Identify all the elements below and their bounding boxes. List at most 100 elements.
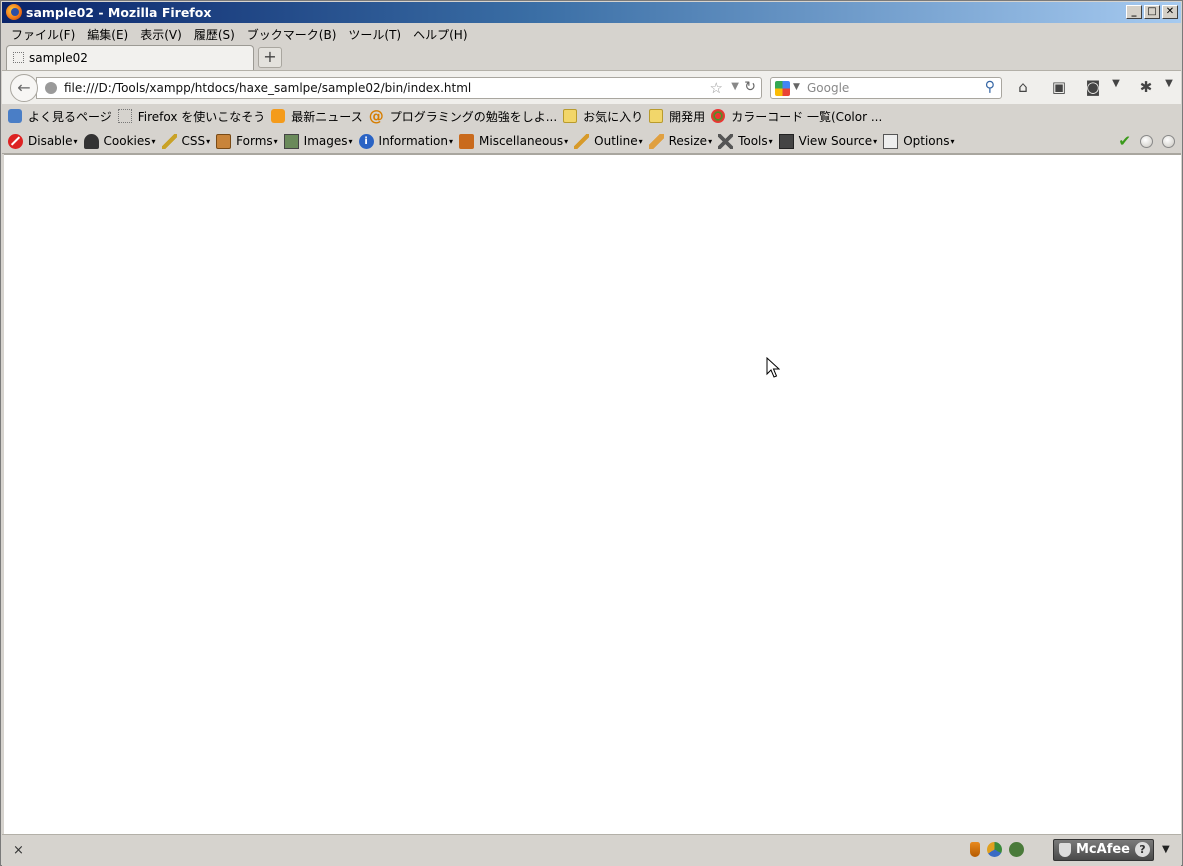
- help-icon[interactable]: ?: [1135, 842, 1150, 857]
- css-validation-icon[interactable]: [1140, 134, 1153, 148]
- menu-tools[interactable]: ツール(T): [342, 23, 407, 43]
- tools-icon: [718, 133, 734, 149]
- menu-help[interactable]: ヘルプ(H): [407, 23, 473, 43]
- bookmark-latest-news[interactable]: 最新ニュース: [271, 104, 363, 128]
- dev-menu-label: CSS: [181, 134, 206, 148]
- google-engine-icon[interactable]: [775, 81, 790, 96]
- chevron-down-icon: ▾: [873, 136, 878, 146]
- dev-menu-css[interactable]: CSS ▾: [161, 129, 211, 153]
- chevron-down-icon: ▾: [151, 136, 156, 146]
- mcafee-button[interactable]: McAfee ?: [1053, 839, 1154, 861]
- close-findbar-icon[interactable]: ×: [13, 843, 24, 858]
- firebug-icon[interactable]: ✱: [1136, 78, 1156, 98]
- view-source-icon: [778, 133, 794, 149]
- outline-icon: [574, 133, 590, 149]
- search-icon[interactable]: ⚲: [985, 79, 995, 95]
- menu-file[interactable]: ファイル(F): [5, 23, 81, 43]
- close-button[interactable]: ✕: [1162, 5, 1178, 19]
- navigation-toolbar: file:///D:/Tools/xampp/htdocs/haxe_samlp…: [2, 70, 1181, 104]
- dev-menu-information[interactable]: i Information ▾: [358, 129, 453, 153]
- menu-bookmarks[interactable]: ブックマーク(B): [241, 23, 343, 43]
- dev-menu-outline[interactable]: Outline ▾: [574, 129, 643, 153]
- bookmark-label: お気に入り: [583, 109, 644, 124]
- reload-icon[interactable]: ↻: [744, 79, 756, 95]
- folder-icon: [649, 109, 664, 123]
- checkmark-icon[interactable]: ✔: [1118, 132, 1131, 150]
- firebug-dropdown-icon[interactable]: ▼: [1159, 78, 1179, 98]
- cookies-icon: [83, 133, 99, 149]
- maximize-button[interactable]: □: [1144, 5, 1160, 19]
- new-tab-button[interactable]: +: [258, 47, 282, 68]
- dev-menu-label: Tools: [738, 134, 768, 148]
- url-text[interactable]: file:///D:/Tools/xampp/htdocs/haxe_samlp…: [64, 81, 471, 95]
- addon-icons: [970, 842, 1024, 857]
- dev-menu-options[interactable]: Options ▾: [883, 129, 955, 153]
- mcafee-label: McAfee: [1076, 842, 1130, 857]
- dev-menu-label: View Source: [798, 134, 873, 148]
- dev-menu-label: Information: [378, 134, 448, 148]
- sync-icon[interactable]: [987, 842, 1002, 857]
- dev-menu-view-source[interactable]: View Source ▾: [778, 129, 878, 153]
- menu-history[interactable]: 履歴(S): [188, 23, 241, 43]
- dev-menu-label: Miscellaneous: [479, 134, 564, 148]
- chevron-down-icon: ▾: [206, 136, 211, 146]
- engine-dropdown-icon[interactable]: ▼: [793, 82, 800, 92]
- search-bar[interactable]: ▼ Google ⚲: [770, 77, 1002, 99]
- tab-sample02[interactable]: sample02: [6, 45, 254, 70]
- mcafee-shield-icon: [1059, 843, 1071, 857]
- chevron-down-icon: ▾: [73, 136, 78, 146]
- window-controls: _ □ ✕: [1126, 5, 1178, 19]
- dev-menu-forms[interactable]: Forms ▾: [216, 129, 278, 153]
- dev-menu-label: Options: [903, 134, 950, 148]
- bookmark-star-icon[interactable]: ☆: [710, 79, 723, 97]
- dev-menu-images[interactable]: Images ▾: [283, 129, 353, 153]
- color-icon: [711, 109, 726, 123]
- mcafee-dropdown-icon[interactable]: ▼: [1162, 844, 1170, 855]
- chevron-down-icon: ▾: [273, 136, 278, 146]
- firefox-logo-icon: [6, 4, 22, 20]
- menu-view[interactable]: 表示(V): [134, 23, 188, 43]
- page-content[interactable]: [4, 154, 1181, 834]
- bookmark-firefox-guide[interactable]: Firefox を使いこなそう: [117, 104, 265, 128]
- dev-menu-label: Outline: [594, 134, 638, 148]
- bookmark-color-codes[interactable]: カラーコード 一覧(Color ...: [711, 104, 882, 128]
- dev-menu-miscellaneous[interactable]: Miscellaneous ▾: [459, 129, 568, 153]
- menu-bar: ファイル(F) 編集(E) 表示(V) 履歴(S) ブックマーク(B) ツール(…: [5, 23, 474, 43]
- page-icon: [117, 109, 132, 123]
- history-dropdown-icon[interactable]: ▼: [731, 81, 739, 92]
- chevron-down-icon: ▾: [768, 136, 773, 146]
- addon-globe-icon[interactable]: [1009, 842, 1024, 857]
- home-icon[interactable]: ⌂: [1013, 78, 1033, 98]
- fullscreen-icon[interactable]: ▣: [1049, 78, 1069, 98]
- back-button[interactable]: ←: [10, 74, 38, 102]
- miscellaneous-icon: [459, 133, 475, 149]
- bookmark-most-visited[interactable]: よく見るページ: [8, 104, 112, 128]
- addon-bottle-icon[interactable]: [970, 842, 980, 857]
- menu-edit[interactable]: 編集(E): [81, 23, 134, 43]
- images-icon: [283, 133, 299, 149]
- dev-menu-cookies[interactable]: Cookies ▾: [83, 129, 156, 153]
- window-title: sample02 - Mozilla Firefox: [26, 5, 212, 20]
- dev-menu-label: Cookies: [103, 134, 151, 148]
- rss-icon: [271, 109, 286, 123]
- dev-menu-tools[interactable]: Tools ▾: [718, 129, 773, 153]
- dev-menu-disable[interactable]: Disable ▾: [8, 129, 78, 153]
- screenshot-dropdown-icon[interactable]: ▼: [1106, 78, 1126, 98]
- bookmark-programming[interactable]: @ プログラミングの勉強をしよ...: [369, 104, 557, 128]
- dev-menu-label: Resize: [668, 134, 708, 148]
- bookmark-label: 最新ニュース: [291, 109, 363, 124]
- tab-strip: sample02 +: [2, 43, 1181, 70]
- bookmark-label: プログラミングの勉強をしよ...: [389, 109, 558, 124]
- bookmarks-toolbar: よく見るページ Firefox を使いこなそう 最新ニュース @ プログラミング…: [2, 104, 1181, 128]
- chevron-down-icon: ▾: [348, 136, 353, 146]
- globe-icon: [45, 82, 57, 94]
- screenshot-icon[interactable]: ◙: [1083, 78, 1103, 98]
- js-validation-icon[interactable]: [1162, 134, 1175, 148]
- mouse-cursor-icon: [766, 357, 780, 378]
- url-bar[interactable]: file:///D:/Tools/xampp/htdocs/haxe_samlp…: [36, 77, 762, 99]
- search-input[interactable]: Google: [807, 81, 849, 95]
- bookmark-favorites-folder[interactable]: お気に入り: [563, 104, 643, 128]
- minimize-button[interactable]: _: [1126, 5, 1142, 19]
- bookmark-dev-folder[interactable]: 開発用: [649, 104, 705, 128]
- dev-menu-resize[interactable]: Resize ▾: [648, 129, 712, 153]
